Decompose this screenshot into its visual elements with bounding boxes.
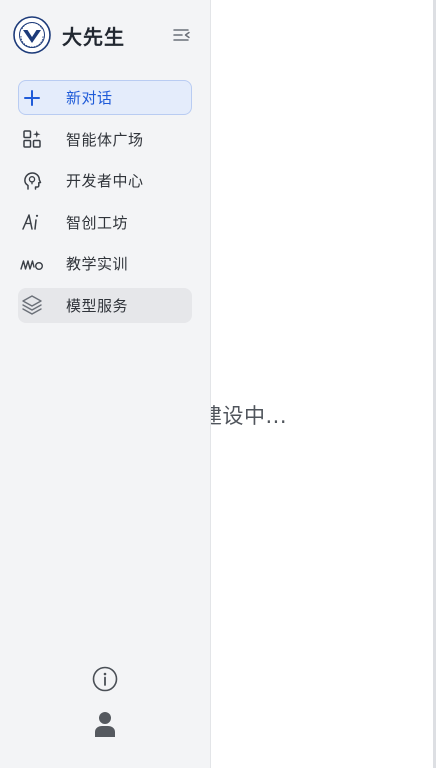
sidebar-item-model-service[interactable]: 模型服务 [18,287,192,323]
main-content: 建设中... [211,0,433,768]
apps-grid-icon [19,126,45,152]
info-icon[interactable] [91,665,118,692]
collapse-sidebar-icon[interactable] [172,26,192,44]
brand[interactable]: 大先生 [13,16,125,54]
sidebar: 大先生 新对话 智能体广场 开发者中心 智创工坊 教学实训 模型服务 [0,0,211,768]
under-construction-text: 建设中... [211,404,288,428]
sidebar-item-teaching-practice[interactable]: 教学实训 [18,246,192,281]
university-seal-icon [13,16,51,54]
head-bulb-icon [19,168,45,194]
sidebar-item-label: 教学实训 [66,255,129,273]
sidebar-item-label: 智能体广场 [66,130,144,149]
sidebar-item-label: 开发者中心 [66,172,144,190]
user-icon[interactable] [92,710,118,738]
plus-icon [19,85,45,111]
sidebar-item-agent-square[interactable]: 智能体广场 [18,122,192,157]
sidebar-item-creative-workshop[interactable]: 智创工坊 [18,205,192,240]
brand-name: 大先生 [62,24,125,49]
sidebar-item-developer-center[interactable]: 开发者中心 [18,163,192,198]
sidebar-item-new-chat[interactable]: 新对话 [18,80,192,115]
waves-icon [19,251,45,277]
ai-text-icon [19,209,45,235]
sidebar-item-label: 模型服务 [66,296,129,315]
sidebar-item-label: 新对话 [66,89,113,107]
layers-icon [19,292,45,318]
app-window: 大先生 新对话 智能体广场 开发者中心 智创工坊 教学实训 模型服务 建设中..… [0,0,436,768]
sidebar-nav: 新对话 智能体广场 开发者中心 智创工坊 教学实训 模型服务 [18,80,192,329]
sidebar-item-label: 智创工坊 [66,213,129,232]
